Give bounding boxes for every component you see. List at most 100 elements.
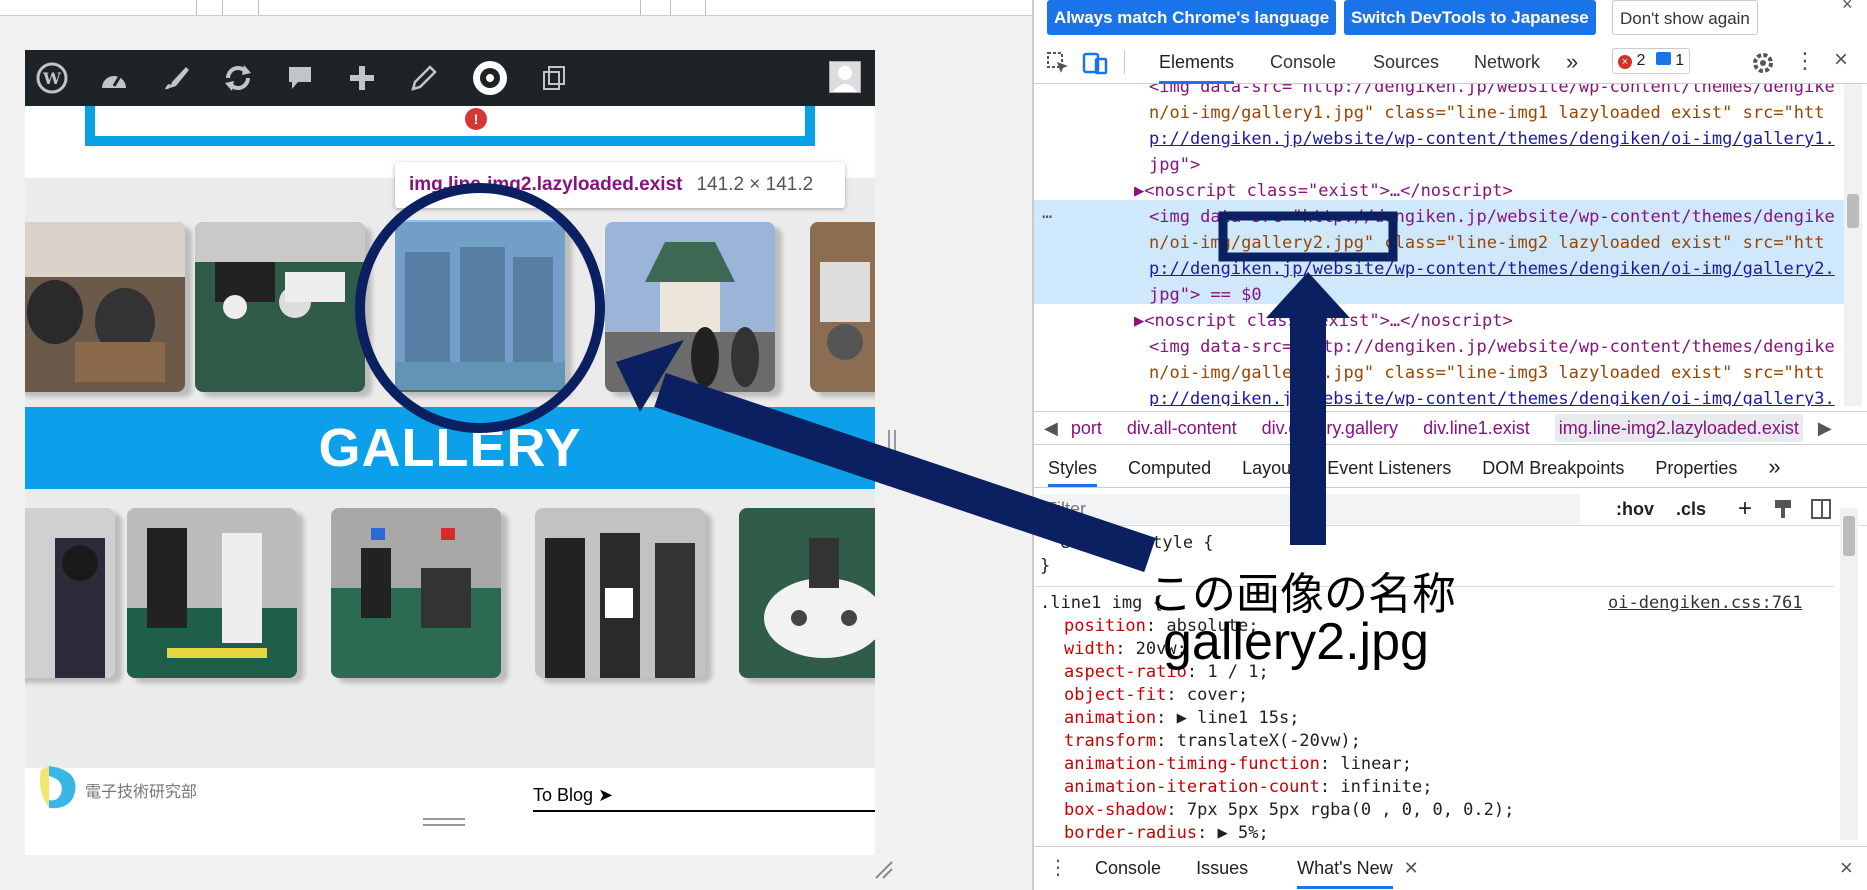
css-property-name: width: [1064, 639, 1116, 659]
dashboard-icon[interactable]: [95, 59, 133, 97]
css-property-value[interactable]: cover;: [1187, 685, 1248, 705]
breadcrumb-item[interactable]: port: [1071, 418, 1102, 438]
css-property-value[interactable]: translateX(-20vw);: [1177, 731, 1361, 751]
dom-line[interactable]: ▶<noscript class="exist">…</noscript>: [1134, 178, 1513, 204]
styles-filter-input[interactable]: [1040, 494, 1580, 524]
gallery-photo[interactable]: [605, 222, 775, 392]
css-property-row[interactable]: animation: ▶ line1 15s;: [1064, 707, 1299, 730]
css-property-row[interactable]: border-radius: ▶ 5%;: [1064, 822, 1269, 840]
wordpress-icon[interactable]: W: [33, 59, 71, 97]
issue-counters[interactable]: × 2 1: [1612, 48, 1691, 74]
dom-line-selected[interactable]: n/oi-img/gallery2.jpg" class="line-img2 …: [1149, 230, 1825, 256]
comments-icon[interactable]: [281, 59, 319, 97]
settings-gear-icon[interactable]: [1751, 51, 1775, 75]
edit-icon[interactable]: [405, 59, 443, 97]
crumb-left-icon[interactable]: ◀: [1044, 418, 1058, 438]
new-rule-icon[interactable]: +: [1738, 492, 1752, 526]
css-property-value[interactable]: infinite;: [1340, 777, 1432, 797]
plugin-icon[interactable]: [471, 59, 509, 97]
breadcrumb-item-active[interactable]: img.line-img2.lazyloaded.exist: [1554, 414, 1803, 442]
subtab-event-listeners[interactable]: Event Listeners: [1327, 458, 1451, 478]
cls-toggle[interactable]: .cls: [1676, 492, 1706, 526]
copy-icon[interactable]: [535, 59, 573, 97]
css-property-row[interactable]: box-shadow: 7px 5px 5px rgba(0 , 0, 0, 0…: [1064, 799, 1514, 822]
dom-line[interactable]: n/oi-img/gallery1.jpg" class="line-img1 …: [1149, 100, 1825, 126]
resize-corner-icon[interactable]: [872, 858, 894, 880]
more-subtabs-icon[interactable]: »: [1768, 454, 1780, 479]
avatar[interactable]: [829, 61, 861, 93]
tab-sources[interactable]: Sources: [1373, 40, 1439, 84]
updates-icon[interactable]: [219, 59, 257, 97]
node-actions-icon[interactable]: …: [1042, 200, 1052, 226]
breadcrumb-item[interactable]: div.line1.exist: [1423, 418, 1530, 438]
new-content-icon[interactable]: [343, 59, 381, 97]
tab-elements[interactable]: Elements: [1159, 40, 1235, 84]
subtab-properties[interactable]: Properties: [1655, 458, 1737, 478]
tab-console[interactable]: Console: [1270, 40, 1336, 84]
customize-icon[interactable]: [157, 59, 195, 97]
viewport-width-handle[interactable]: [888, 430, 896, 460]
dom-line[interactable]: n/oi-img/gallery3.jpg" class="line-img3 …: [1149, 360, 1825, 386]
dom-line-selected[interactable]: jpg"> == $0: [1149, 282, 1262, 308]
css-property-value[interactable]: ▶ 5%;: [1218, 823, 1269, 840]
gallery-photo[interactable]: [331, 508, 501, 678]
css-property-value[interactable]: 7px 5px 5px rgba(0 , 0, 0, 0.2);: [1187, 800, 1515, 820]
rule-selector[interactable]: .line1 img {: [1040, 592, 1163, 615]
breadcrumb-item[interactable]: div.all-content: [1127, 418, 1237, 438]
dom-line[interactable]: <img data-src="http://dengiken.jp/websit…: [1149, 334, 1835, 360]
css-property-row[interactable]: object-fit: cover;: [1064, 684, 1248, 707]
css-property-row[interactable]: animation-timing-function: linear;: [1064, 753, 1412, 776]
subtab-styles[interactable]: Styles: [1048, 449, 1098, 487]
subtab-dom-breakpoints[interactable]: DOM Breakpoints: [1482, 458, 1624, 478]
styles-scrollbar[interactable]: [1840, 508, 1858, 840]
dom-line[interactable]: jpg">: [1149, 152, 1200, 178]
gallery-photo[interactable]: [535, 508, 705, 678]
gallery-photo[interactable]: [25, 508, 115, 678]
more-tabs-icon[interactable]: »: [1566, 40, 1578, 84]
close-tab-icon[interactable]: ✕: [1404, 858, 1419, 878]
crumb-right-icon[interactable]: ▶: [1818, 418, 1832, 438]
gallery-photo[interactable]: [739, 508, 875, 678]
drawer-tab-console[interactable]: Console: [1095, 858, 1161, 878]
element-style-rule[interactable]: element.style {: [1060, 532, 1214, 555]
tab-network[interactable]: Network: [1474, 40, 1540, 84]
drawer-menu-icon[interactable]: ⋮: [1048, 857, 1068, 879]
dom-line-selected[interactable]: p://dengiken.jp/website/wp-content/theme…: [1149, 256, 1835, 282]
css-property-row[interactable]: animation-iteration-count: infinite;: [1064, 776, 1432, 799]
dom-line[interactable]: p://dengiken.jp/website/wp-content/theme…: [1149, 386, 1835, 406]
gallery-photo[interactable]: [195, 222, 365, 392]
inspect-element-icon[interactable]: [1046, 51, 1070, 75]
subtab-layout[interactable]: Layout: [1242, 458, 1296, 478]
match-language-button[interactable]: Always match Chrome's language: [1047, 0, 1337, 35]
dont-show-again-button[interactable]: Don't show again: [1612, 0, 1758, 35]
close-devtools-icon[interactable]: ×: [1834, 46, 1848, 74]
breadcrumb-item[interactable]: div.gallery.gallery: [1262, 418, 1398, 438]
hov-toggle[interactable]: :hov: [1616, 492, 1654, 526]
css-property-row[interactable]: transform: translateX(-20vw);: [1064, 730, 1361, 753]
subtab-computed[interactable]: Computed: [1128, 458, 1211, 478]
sidebar-toggle-icon[interactable]: [1810, 498, 1832, 520]
drawer-tab-issues[interactable]: Issues: [1196, 858, 1248, 878]
gallery-photo[interactable]: [810, 222, 875, 392]
dom-scroll-thumb[interactable]: [1847, 194, 1859, 228]
dom-line[interactable]: ▶<noscript class="exist">…</noscript>: [1134, 308, 1513, 334]
device-toolbar-icon[interactable]: [1082, 51, 1108, 75]
gallery-photo[interactable]: [25, 222, 185, 392]
close-drawer-icon[interactable]: ×: [1840, 847, 1853, 889]
gallery-photo[interactable]: [127, 508, 297, 678]
css-property-value[interactable]: linear;: [1340, 754, 1412, 774]
dom-line[interactable]: <img data-src="http://dengiken.jp/websit…: [1149, 84, 1835, 100]
dom-line-selected[interactable]: <img data-src="http://dengiken.jp/websit…: [1149, 204, 1835, 230]
close-infobar-icon[interactable]: ×: [1842, 0, 1853, 15]
kebab-menu-icon[interactable]: ⋮: [1794, 48, 1816, 74]
viewport-resize-handle[interactable]: [423, 818, 465, 826]
dom-scrollbar[interactable]: [1844, 84, 1862, 406]
drawer-tab-whats-new[interactable]: What's New: [1297, 847, 1393, 889]
to-blog-link[interactable]: To Blog ➤: [533, 785, 613, 806]
styles-scroll-thumb[interactable]: [1843, 516, 1855, 556]
dom-line[interactable]: p://dengiken.jp/website/wp-content/theme…: [1149, 126, 1835, 152]
paint-brush-icon[interactable]: [1772, 498, 1794, 520]
rule-source-link[interactable]: oi-dengiken.css:761: [1608, 592, 1802, 615]
switch-japanese-button[interactable]: Switch DevTools to Japanese: [1344, 0, 1596, 35]
css-property-value[interactable]: ▶ line1 15s;: [1177, 708, 1300, 728]
